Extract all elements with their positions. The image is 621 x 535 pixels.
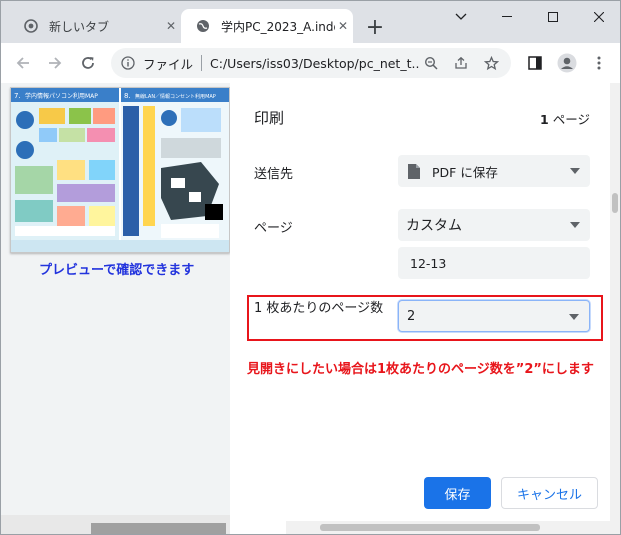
url-text: C:/Users/iss03/Desktop/pc_net_t... <box>210 55 421 71</box>
pages-per-sheet-label: 1 枚あたりのページ数 <box>254 301 384 316</box>
browser-window: 新しいタブ ✕ 学内PC_2023_A.indd ✕ + ファイル C:/Use… <box>0 0 621 535</box>
new-tab-button[interactable]: + <box>363 15 387 40</box>
tab-strip: 新しいタブ ✕ 学内PC_2023_A.indd ✕ + <box>1 1 620 43</box>
preview-pane: 7. 学内情報パソコン利用MAP 8. 無線LAN／情報コンセント利用MAP プ… <box>1 83 230 534</box>
tab-new-tab[interactable]: 新しいタブ ✕ <box>9 9 181 43</box>
page-count-number: 1 <box>540 112 549 127</box>
map-left-number: 7. <box>14 92 21 100</box>
zoom-icon[interactable] <box>421 53 441 73</box>
save-button[interactable]: 保存 <box>424 477 491 509</box>
globe-icon <box>195 18 211 34</box>
side-panel-icon[interactable] <box>523 51 547 75</box>
tab-label: 学内PC_2023_A.indd <box>221 19 335 34</box>
toolbar: ファイル C:/Users/iss03/Desktop/pc_net_t... <box>1 43 620 83</box>
print-settings-panel: 印刷 1 ページ 送信先 PDF に保存 ページ カスタム 12-13 1 枚あ… <box>230 83 610 534</box>
print-title: 印刷 <box>254 109 285 127</box>
window-close-button[interactable] <box>576 3 620 31</box>
preview-caption: プレビューで確認できます <box>39 263 195 278</box>
url-divider <box>201 55 203 71</box>
print-preview-area: 7. 学内情報パソコン利用MAP 8. 無線LAN／情報コンセント利用MAP プ… <box>1 83 620 534</box>
info-icon[interactable] <box>119 56 137 70</box>
url-scheme-label: ファイル <box>143 56 194 72</box>
pages-per-sheet-value: 2 <box>407 308 416 324</box>
preview-bottom-strip <box>1 515 230 534</box>
address-bar[interactable]: ファイル C:/Users/iss03/Desktop/pc_net_t... <box>111 48 511 78</box>
horizontal-scrollbar[interactable] <box>286 521 610 534</box>
pages-select[interactable]: カスタム <box>398 209 590 241</box>
chevron-down-icon <box>569 314 579 320</box>
annotation-text: 見開きにしたい場合は1枚あたりのページ数を”2”にします <box>247 362 594 377</box>
map-left-title: 学内情報パソコン利用MAP <box>25 92 98 100</box>
destination-select[interactable]: PDF に保存 <box>398 155 590 187</box>
map-right-title: 無線LAN／情報コンセント利用MAP <box>135 93 216 100</box>
destination-value: PDF に保存 <box>432 164 498 180</box>
map-right-number: 8. <box>124 92 131 100</box>
close-icon[interactable]: ✕ <box>163 18 179 34</box>
chevron-down-icon <box>570 222 580 228</box>
cancel-button[interactable]: キャンセル <box>501 477 598 509</box>
close-icon[interactable]: ✕ <box>335 18 351 34</box>
menu-kebab-icon[interactable] <box>587 51 611 75</box>
forward-button[interactable] <box>43 51 67 75</box>
share-icon[interactable] <box>451 53 471 73</box>
chevron-down-icon <box>570 168 580 174</box>
back-button[interactable] <box>11 51 35 75</box>
map-thumbnail-graphic: 7. 学内情報パソコン利用MAP 8. 無線LAN／情報コンセント利用MAP <box>11 88 229 252</box>
vertical-scrollbar[interactable] <box>610 83 620 534</box>
pages-label: ページ <box>254 221 293 236</box>
tab-label: 新しいタブ <box>49 19 110 34</box>
page-count: 1 ページ <box>540 109 590 128</box>
bookmark-star-icon[interactable] <box>481 53 501 73</box>
page-range-input[interactable]: 12-13 <box>398 247 590 279</box>
tab-active-document[interactable]: 学内PC_2023_A.indd ✕ <box>181 9 353 43</box>
page-count-unit: ページ <box>552 112 590 127</box>
tab-search-icon[interactable] <box>438 3 484 31</box>
chrome-icon <box>23 18 39 34</box>
destination-label: 送信先 <box>254 167 294 182</box>
pages-per-sheet-select[interactable]: 2 <box>398 300 590 332</box>
profile-avatar[interactable] <box>555 51 579 75</box>
file-icon <box>408 163 420 179</box>
preview-page-thumbnail[interactable]: 7. 学内情報パソコン利用MAP 8. 無線LAN／情報コンセント利用MAP <box>10 87 230 253</box>
minimize-button[interactable] <box>484 3 530 31</box>
maximize-button[interactable] <box>530 3 576 31</box>
pages-value: カスタム <box>406 218 462 234</box>
reload-button[interactable] <box>76 51 100 75</box>
